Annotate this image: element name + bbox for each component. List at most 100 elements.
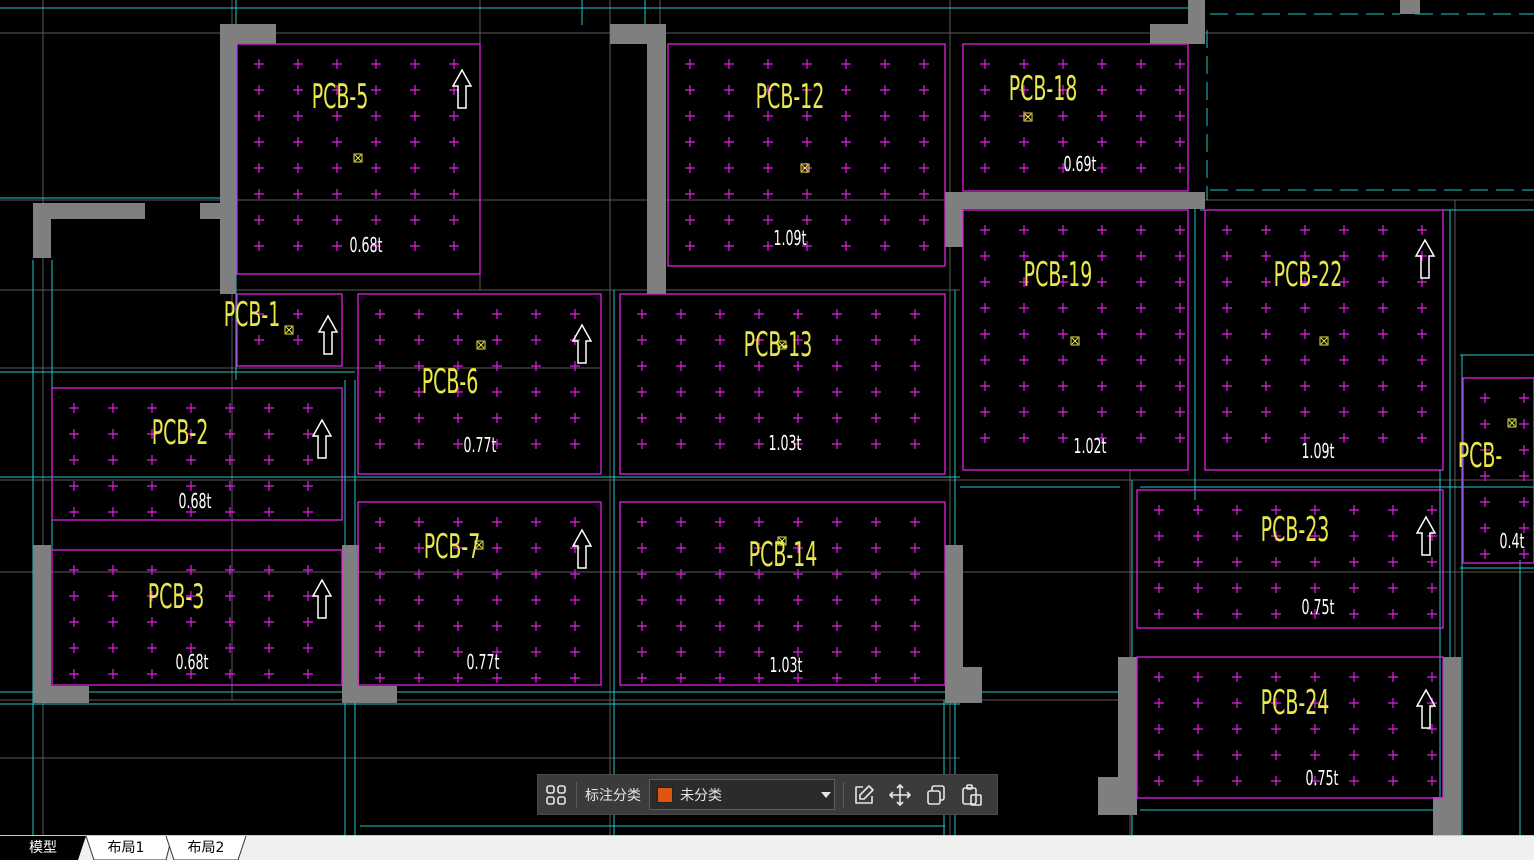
lifting-point-mark [1427, 505, 1437, 515]
lifting-point-mark [1480, 523, 1490, 533]
lifting-point-mark [69, 481, 79, 491]
tab-model[interactable]: 模型 [0, 836, 86, 860]
lifting-point-mark [715, 517, 725, 527]
lifting-point-mark [832, 543, 842, 553]
lifting-point-mark [254, 215, 264, 225]
lifting-point-mark [570, 439, 580, 449]
lifting-point-mark [1058, 407, 1068, 417]
lifting-point-mark [1175, 355, 1185, 365]
lifting-point-mark [1222, 355, 1232, 365]
slab-weight: 1.09t [774, 228, 807, 251]
lifting-point-mark [715, 595, 725, 605]
lifting-point-mark [715, 361, 725, 371]
lifting-point-mark [531, 309, 541, 319]
lifting-point-mark [1136, 85, 1146, 95]
lifting-point-mark [1019, 59, 1029, 69]
lifting-point-mark [225, 481, 235, 491]
lifting-point-mark [453, 673, 463, 683]
lifting-point-mark [254, 59, 264, 69]
lifting-point-mark [414, 517, 424, 527]
lifting-point-mark [1193, 505, 1203, 515]
lifting-point-mark [449, 111, 459, 121]
lifting-point-mark [1193, 698, 1203, 708]
lifting-point-mark [1388, 505, 1398, 515]
lifting-point-mark [410, 189, 420, 199]
lifting-point-mark [1193, 776, 1203, 786]
lifting-point-mark [371, 137, 381, 147]
lifting-point-mark [832, 647, 842, 657]
paste-icon[interactable] [954, 775, 990, 814]
slab-label: PCB-5 [312, 77, 369, 117]
lifting-point-mark [303, 403, 313, 413]
wall-segment [1443, 657, 1461, 800]
lifting-point-mark [1136, 433, 1146, 443]
lifting-point-mark [980, 329, 990, 339]
lifting-point-mark [147, 643, 157, 653]
lifting-point-mark [1388, 724, 1398, 734]
lifting-point-mark [570, 569, 580, 579]
lifting-point-mark [1378, 303, 1388, 313]
slab-pcb-24: PCB-24 0.75t [1136, 656, 1444, 799]
lifting-point-mark [1480, 393, 1490, 403]
edit-icon[interactable] [846, 775, 882, 814]
lifting-point-mark [186, 403, 196, 413]
wall-segment [1098, 777, 1137, 815]
tab-layout-1[interactable]: 布局1 [80, 836, 172, 860]
lifting-point-mark [1261, 303, 1271, 313]
lifting-point-mark [637, 569, 647, 579]
slab-pcb-22: PCB-22 1.09t [1204, 209, 1444, 471]
lifting-point-mark [910, 387, 920, 397]
lifting-point-mark [676, 309, 686, 319]
slab-pcb-5: PCB-5 0.68t [236, 43, 481, 275]
lifting-point-mark [1417, 225, 1427, 235]
tab-layout-2[interactable]: 布局2 [160, 836, 252, 860]
cad-drawing-canvas[interactable]: PCB-5 0.68t PCB-12 1.09t PCB-18 0.69t PCB-1 PCB… [0, 0, 1534, 835]
slab-pcb-7: PCB-7 0.77t [357, 501, 602, 686]
lifting-point-mark [1154, 672, 1164, 682]
lifting-point-mark [225, 591, 235, 601]
copy-icon[interactable] [918, 775, 954, 814]
move-icon[interactable] [882, 775, 918, 814]
lifting-point-mark [1019, 381, 1029, 391]
slab-weight: 1.03t [770, 655, 803, 678]
lifting-point-mark [832, 439, 842, 449]
lifting-point-mark [1019, 303, 1029, 313]
lifting-point-mark [1222, 251, 1232, 261]
lifting-point-mark [492, 387, 502, 397]
lifting-point-mark [1222, 381, 1232, 391]
lifting-point-mark [414, 647, 424, 657]
lifting-point-mark [841, 163, 851, 173]
lifting-point-mark [1136, 277, 1146, 287]
slab-pcb-13: PCB-131.03t [619, 293, 946, 475]
lifting-point-mark [453, 595, 463, 605]
four-squares-icon[interactable] [538, 775, 574, 814]
lifting-point-mark [910, 621, 920, 631]
lifting-point-mark [676, 647, 686, 657]
lifting-point-mark [531, 335, 541, 345]
lifting-point-mark [871, 361, 881, 371]
lifting-point-mark [1417, 303, 1427, 313]
lifting-point-mark [980, 137, 990, 147]
wall-segment [1400, 0, 1420, 14]
lifting-point-mark [1388, 672, 1398, 682]
lifting-point-mark [1175, 381, 1185, 391]
lifting-point-mark [492, 517, 502, 527]
lifting-point-mark [1175, 225, 1185, 235]
lifting-point-mark [1417, 355, 1427, 365]
lifting-point-mark [1300, 407, 1310, 417]
lifting-point-mark [1388, 698, 1398, 708]
lifting-point-mark [375, 621, 385, 631]
lifting-point-mark [685, 59, 695, 69]
lifting-point-mark [264, 591, 274, 601]
wall-segment [945, 545, 963, 667]
lifting-point-mark [1019, 329, 1029, 339]
caret-down-icon[interactable] [818, 791, 834, 799]
category-dropdown[interactable]: 未分类 [649, 779, 835, 810]
lifting-point-mark [414, 569, 424, 579]
lifting-point-mark [685, 215, 695, 225]
lifting-point-mark [1154, 750, 1164, 760]
lifting-point-mark [449, 163, 459, 173]
lifting-point-mark [1222, 329, 1232, 339]
lifting-point-mark [1193, 672, 1203, 682]
lifting-point-mark [375, 439, 385, 449]
